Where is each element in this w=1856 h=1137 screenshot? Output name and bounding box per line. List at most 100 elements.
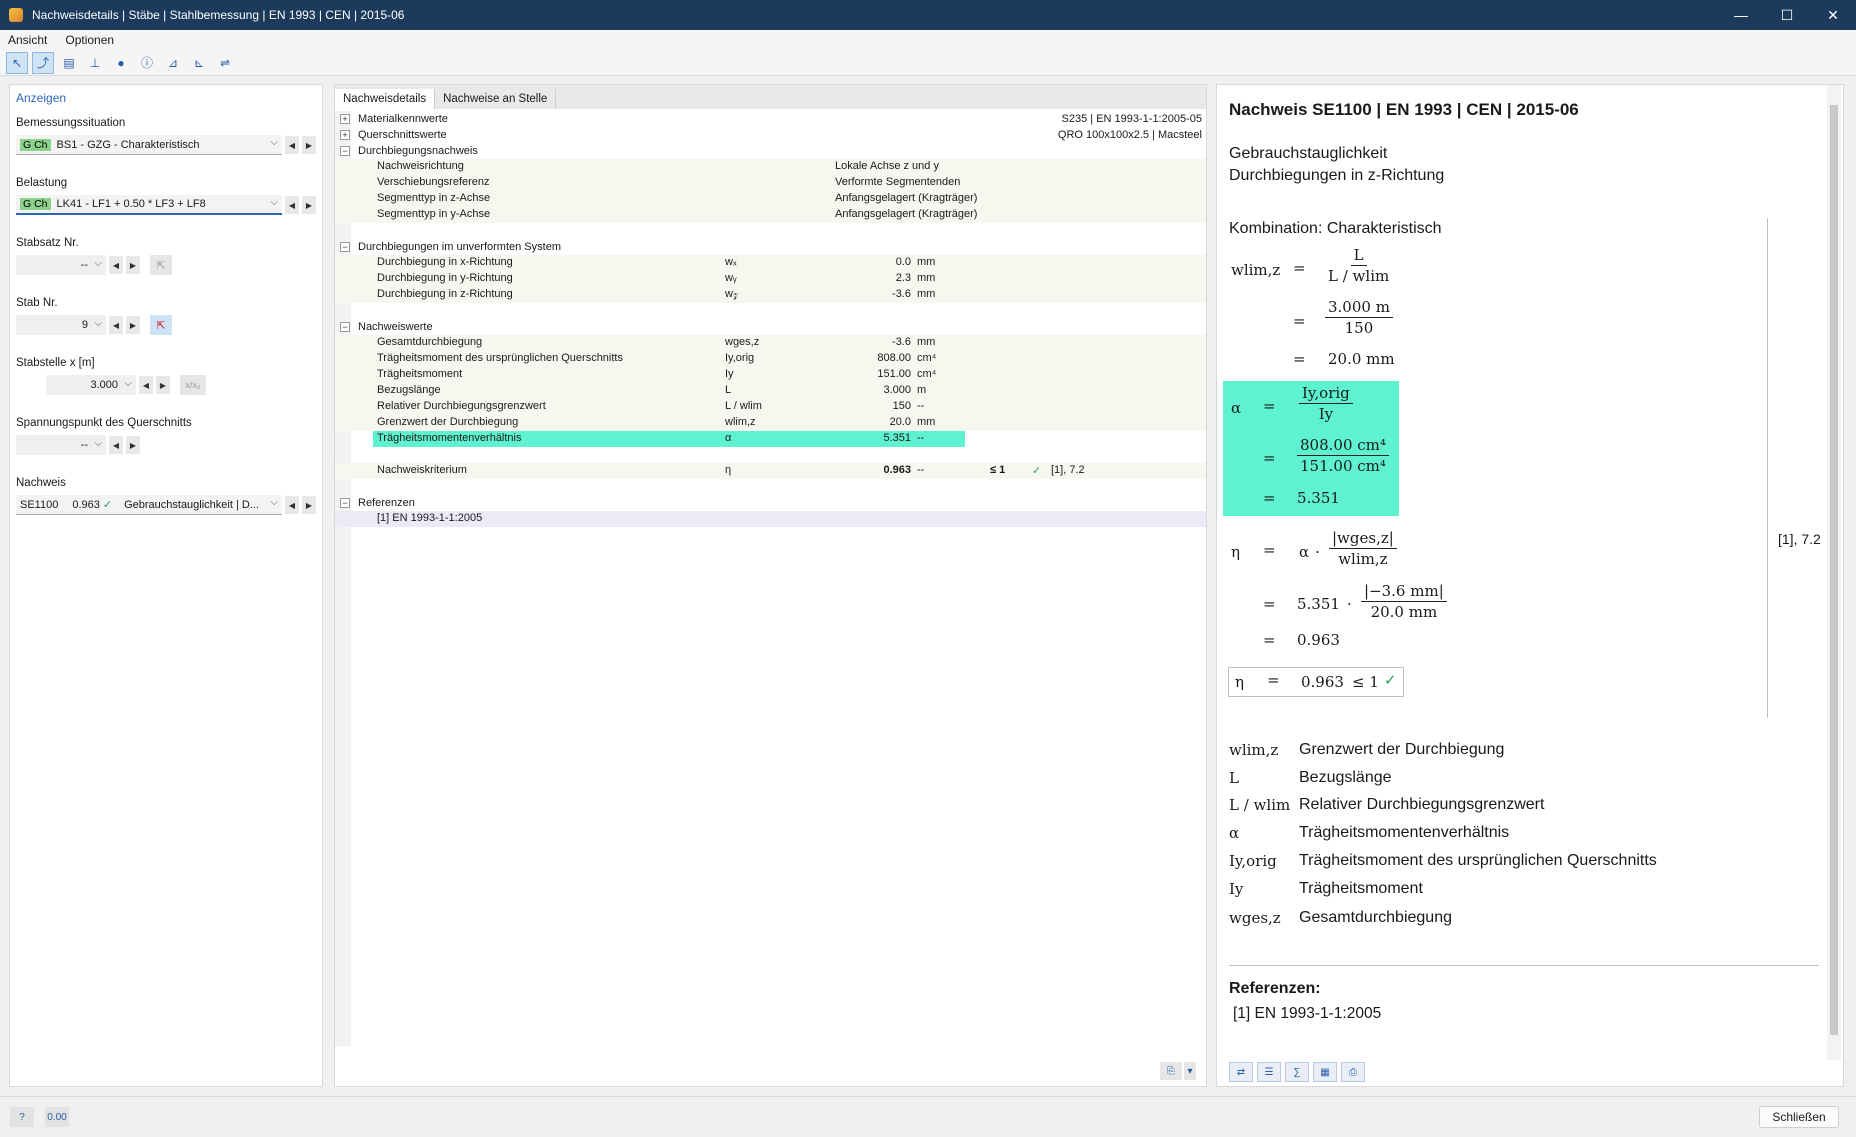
prev-arrow-icon[interactable]: ◀: [109, 256, 123, 274]
calculator-icon[interactable]: 0.00: [45, 1107, 69, 1127]
menu-ansicht[interactable]: Ansicht: [8, 33, 47, 47]
row-name: Nachweiskriterium: [377, 464, 467, 476]
table-row: Trägheitsmoment Iy 151.00 cm⁴: [335, 367, 1206, 383]
select-member-icon[interactable]: ⤴: [32, 51, 54, 74]
row-name: Bezugslänge: [377, 384, 441, 396]
prev-arrow-icon[interactable]: ◀: [139, 376, 153, 394]
section-label: Querschnittswerte: [358, 129, 447, 141]
close-window-button[interactable]: ✕: [1810, 0, 1856, 30]
expand-icon[interactable]: +: [340, 130, 350, 140]
maximize-button[interactable]: ☐: [1764, 0, 1810, 30]
pick-member-set-icon[interactable]: ⇱: [150, 255, 172, 275]
next-arrow-icon[interactable]: ▶: [302, 196, 316, 214]
help-icon[interactable]: ?: [10, 1107, 34, 1127]
next-arrow-icon[interactable]: ▶: [156, 376, 170, 394]
sync-icon[interactable]: ⇄: [1229, 1062, 1253, 1082]
load-type-tag: G Ch: [20, 138, 51, 151]
section-icon[interactable]: ⇌: [214, 52, 236, 74]
collapse-icon[interactable]: −: [340, 322, 350, 332]
prev-arrow-icon[interactable]: ◀: [285, 496, 299, 514]
tree-row-references[interactable]: − Referenzen: [335, 495, 1206, 511]
table-row: Gesamtdurchbiegung wges,z -3.6 mm: [335, 335, 1206, 351]
row-name: Trägheitsmomentenverhältnis: [377, 432, 522, 444]
prev-arrow-icon[interactable]: ◀: [285, 196, 299, 214]
next-arrow-icon[interactable]: ▶: [126, 436, 140, 454]
member-select[interactable]: 9 ⌵: [16, 315, 106, 335]
tree-row-undeformed[interactable]: − Durchbiegungen im unverformten System: [335, 239, 1206, 255]
row-name: Durchbiegung in x-Richtung: [377, 256, 513, 268]
list-icon[interactable]: ☰: [1257, 1062, 1281, 1082]
location-label: Stabstelle x [m]: [16, 357, 95, 369]
chevron-down-icon[interactable]: ▾: [1184, 1062, 1196, 1080]
row-value: -3.6: [892, 336, 911, 348]
table-row-highlighted[interactable]: Trägheitsmomentenverhältnis α 5.351 --: [335, 431, 1206, 447]
next-arrow-icon[interactable]: ▶: [302, 496, 316, 514]
row-unit: mm: [917, 288, 936, 300]
row-reference: [1], 7.2: [1051, 464, 1085, 476]
load-label: Belastung: [16, 177, 68, 189]
info-icon[interactable]: ⓘ: [136, 52, 158, 74]
spacer-row: [335, 447, 1206, 463]
check-select[interactable]: SE1100 0.963 ✓ Gebrauchstauglichkeit | D…: [16, 495, 282, 515]
legend-symbol: wlim,z: [1229, 741, 1279, 759]
next-arrow-icon[interactable]: ▶: [302, 136, 316, 154]
location-select[interactable]: 3.000 ⌵: [46, 375, 136, 395]
collapse-icon[interactable]: −: [340, 146, 350, 156]
next-arrow-icon[interactable]: ▶: [126, 316, 140, 334]
member-set-select[interactable]: -- ⌵: [16, 255, 106, 275]
chart-icon[interactable]: ⊾: [188, 52, 210, 74]
design-situation-group: Bemessungssituation G Ch BS1 - GZG - Cha…: [16, 117, 316, 155]
collapse-icon[interactable]: −: [340, 242, 350, 252]
stress-point-group: Spannungspunkt des Querschnitts -- ⌵ ◀ ▶: [16, 417, 316, 455]
tree-row-section[interactable]: + Querschnittswerte QRO 100x100x2.5 | Ma…: [335, 127, 1206, 143]
legend-text: Gesamtdurchbiegung: [1299, 909, 1452, 926]
multiply-dot: ·: [1315, 543, 1320, 561]
menu-optionen[interactable]: Optionen: [65, 33, 114, 47]
prev-arrow-icon[interactable]: ◀: [109, 436, 123, 454]
collapse-icon[interactable]: −: [340, 498, 350, 508]
equals-sign: =: [1293, 259, 1306, 277]
numerator: 3.000 m: [1325, 297, 1393, 318]
section-label: Referenzen: [358, 497, 415, 509]
stress-point-select[interactable]: -- ⌵: [16, 435, 106, 455]
print-icon[interactable]: ⎙: [1341, 1062, 1365, 1082]
tree-row-deflection-check[interactable]: − Durchbiegungsnachweis: [335, 143, 1206, 159]
relative-location-button[interactable]: x/x₀: [180, 375, 206, 395]
layout-icon[interactable]: ▦: [1313, 1062, 1337, 1082]
section-value: QRO 100x100x2.5 | Macsteel: [1057, 129, 1202, 141]
minimize-button[interactable]: —: [1718, 0, 1764, 30]
export-icon[interactable]: ⎘: [1160, 1062, 1182, 1080]
tree-row-check-values[interactable]: − Nachweiswerte: [335, 319, 1206, 335]
report-title: Nachweis SE1100 | EN 1993 | CEN | 2015-0…: [1229, 100, 1579, 119]
select-icon[interactable]: ↖: [6, 51, 28, 74]
close-button[interactable]: Schließen: [1759, 1106, 1839, 1128]
tab-nachweise-an-stelle[interactable]: Nachweise an Stelle: [435, 89, 557, 109]
formula-icon[interactable]: ∑: [1285, 1062, 1309, 1082]
row-name: Segmenttyp in y-Achse: [377, 208, 491, 220]
scrollbar-thumb[interactable]: [1830, 105, 1838, 1035]
legend-symbol: L: [1229, 769, 1239, 787]
next-arrow-icon[interactable]: ▶: [126, 256, 140, 274]
prev-arrow-icon[interactable]: ◀: [285, 136, 299, 154]
eta-symbol: η: [1231, 543, 1240, 561]
row-unit: mm: [917, 336, 936, 348]
scrollbar[interactable]: [1827, 85, 1841, 1060]
legend-text: Trägheitsmoment: [1299, 880, 1423, 897]
prev-arrow-icon[interactable]: ◀: [109, 316, 123, 334]
load-select[interactable]: G Ch LK41 - LF1 + 0.50 * LF3 + LF8 ⌵: [16, 195, 282, 215]
row-name: Trägheitsmoment: [377, 368, 463, 380]
show-results-icon[interactable]: ▤: [58, 52, 80, 74]
tab-nachweisdetails[interactable]: Nachweisdetails: [335, 89, 436, 109]
expand-icon[interactable]: +: [340, 114, 350, 124]
pick-member-icon[interactable]: ⇱: [150, 315, 172, 335]
diagram-icon[interactable]: ⊿: [162, 52, 184, 74]
tree-row-material[interactable]: + Materialkennwerte S235 | EN 1993-1-1:2…: [335, 111, 1206, 127]
member-label: Stab Nr.: [16, 297, 58, 309]
legend-symbol: wges,z: [1229, 909, 1281, 927]
status-bar: ? 0.00 Schließen: [0, 1096, 1856, 1137]
design-situation-label: Bemessungssituation: [16, 117, 126, 129]
color-legend-icon[interactable]: ●: [110, 52, 132, 74]
check-ok-icon: ✓: [1384, 671, 1397, 689]
member-icon[interactable]: ⊥: [84, 52, 106, 74]
design-situation-select[interactable]: G Ch BS1 - GZG - Charakteristisch ⌵: [16, 135, 282, 155]
